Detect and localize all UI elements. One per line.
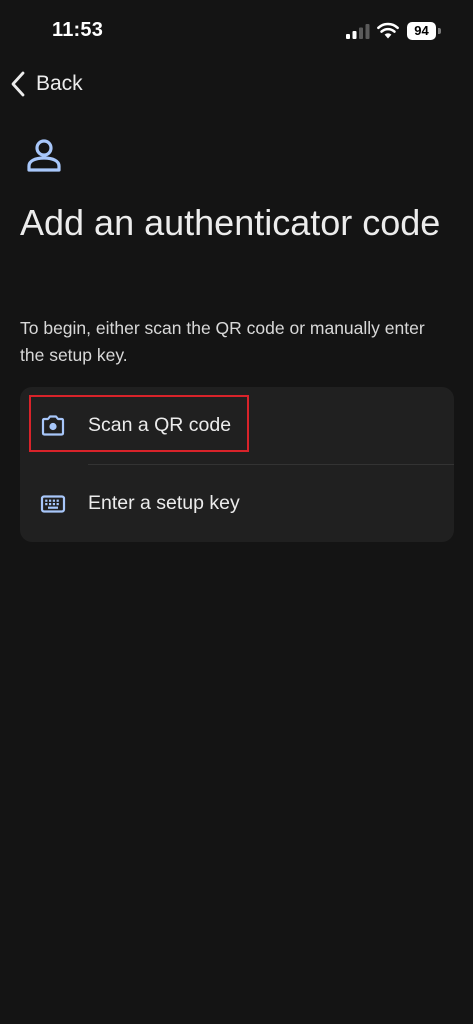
battery-tip — [438, 28, 441, 34]
battery-indicator: 94 — [407, 22, 441, 40]
back-button[interactable]: Back — [10, 70, 83, 98]
wifi-icon — [377, 22, 399, 39]
camera-icon — [41, 414, 65, 436]
enter-setup-key-option[interactable]: Enter a setup key — [20, 465, 454, 542]
status-bar: 11:53 94 — [0, 0, 473, 60]
scan-qr-code-label: Scan a QR code — [88, 414, 232, 436]
person-icon — [27, 139, 61, 172]
back-label: Back — [36, 72, 83, 95]
scan-qr-code-option[interactable]: Scan a QR code — [20, 387, 454, 464]
page-description: To begin, either scan the QR code or man… — [20, 318, 425, 365]
enter-setup-key-label: Enter a setup key — [88, 492, 240, 514]
status-time: 11:53 — [52, 19, 104, 41]
battery-level: 94 — [407, 22, 436, 40]
cellular-signal-icon — [346, 24, 370, 39]
keyboard-icon — [40, 494, 66, 513]
setup-options-card: Scan a QR code Enter a setup key — [20, 387, 454, 542]
chevron-left-icon — [11, 71, 25, 97]
page-title: Add an authenticator code — [20, 202, 441, 243]
